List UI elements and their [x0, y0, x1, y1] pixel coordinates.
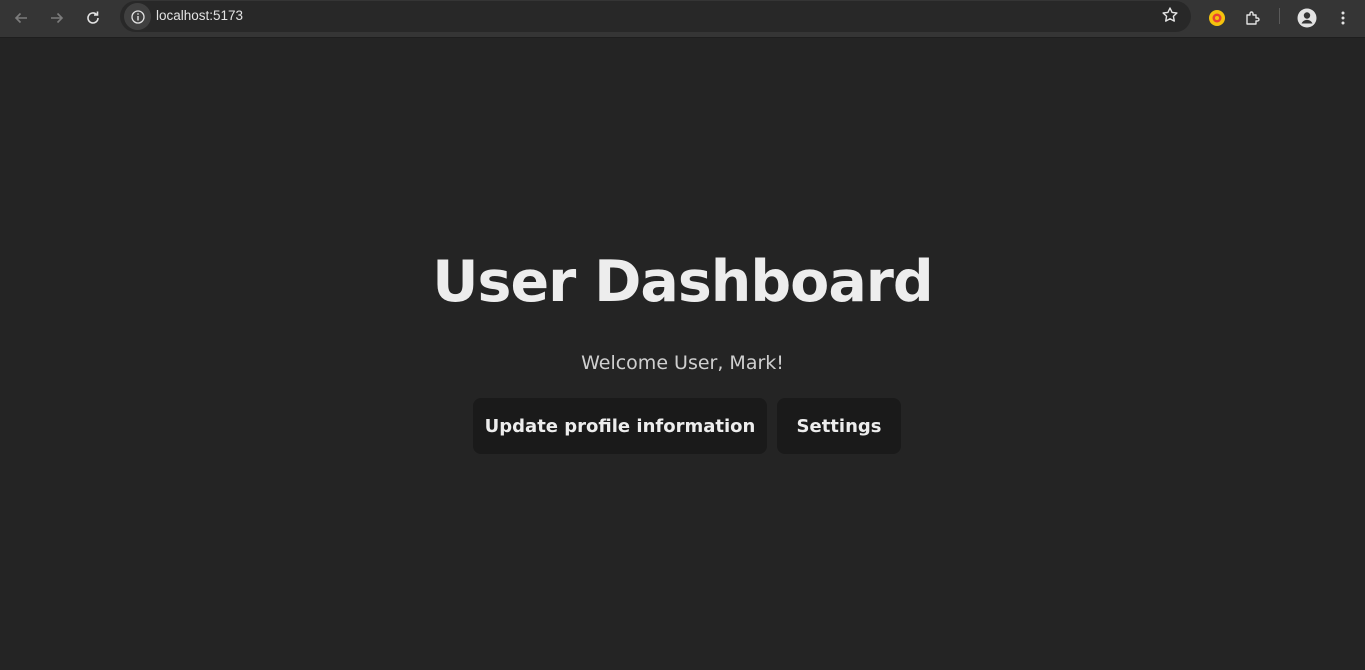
browser-menu-button[interactable] [1328, 3, 1358, 33]
forward-button[interactable] [42, 3, 72, 33]
settings-button[interactable]: Settings [777, 398, 901, 454]
update-profile-button[interactable]: Update profile information [473, 398, 767, 454]
browser-toolbar: localhost:5173 [0, 0, 1365, 38]
profile-icon [1297, 8, 1317, 28]
puzzle-icon [1246, 11, 1260, 25]
page-title: User Dashboard [432, 249, 933, 315]
back-button[interactable] [6, 3, 36, 33]
extension-button[interactable] [1202, 3, 1232, 33]
url-text[interactable]: localhost:5173 [156, 8, 243, 23]
kebab-menu-icon [1341, 11, 1345, 25]
extension-logo-icon [1209, 10, 1225, 26]
profile-button[interactable] [1292, 3, 1322, 33]
page-content: User Dashboard Welcome User, Mark! Updat… [0, 38, 1365, 670]
arrow-left-icon [14, 12, 27, 24]
reload-icon [87, 11, 99, 24]
star-icon [1162, 7, 1178, 22]
extensions-menu-button[interactable] [1238, 3, 1268, 33]
site-info-button[interactable] [124, 3, 151, 30]
arrow-right-icon [51, 12, 64, 24]
info-icon [130, 9, 145, 24]
bookmark-button[interactable] [1161, 6, 1179, 29]
address-bar[interactable]: localhost:5173 [120, 1, 1191, 32]
reload-button[interactable] [78, 3, 108, 33]
welcome-message: Welcome User, Mark! [581, 352, 784, 374]
toolbar-divider [1279, 8, 1280, 24]
